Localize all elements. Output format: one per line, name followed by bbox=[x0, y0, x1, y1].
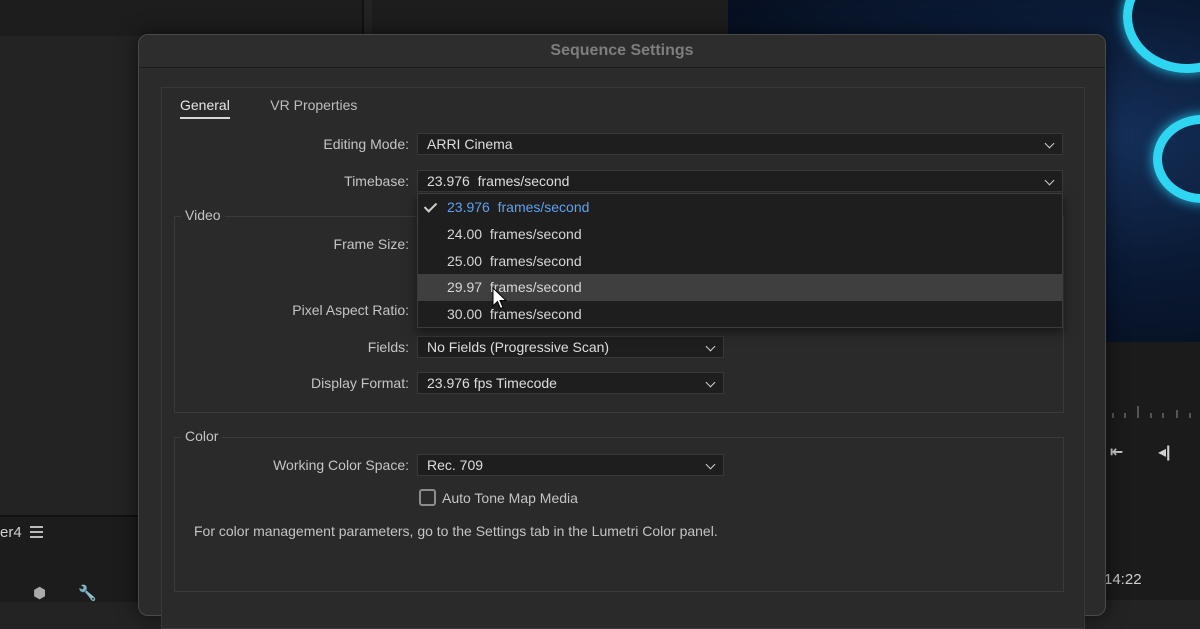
go-to-in-icon[interactable]: ⇤ bbox=[1110, 442, 1123, 462]
timebase-option-24[interactable]: 24.00 frames/second bbox=[418, 221, 1062, 248]
working-color-space-value: Rec. 709 bbox=[427, 457, 484, 473]
frame-size-label: Frame Size: bbox=[333, 236, 409, 252]
step-back-icon[interactable]: ◂| bbox=[1158, 442, 1171, 462]
pixel-aspect-ratio-label: Pixel Aspect Ratio: bbox=[292, 302, 409, 318]
timebase-option-2997[interactable]: 29.97 frames/second bbox=[418, 274, 1062, 302]
background-panel-top-middle bbox=[372, 0, 728, 36]
timebase-option-23976[interactable]: 23.976 frames/second bbox=[418, 194, 1062, 221]
timebase-option-30[interactable]: 30.00 frames/second bbox=[418, 301, 1062, 328]
time-ruler[interactable] bbox=[1104, 400, 1200, 418]
fields-select[interactable]: No Fields (Progressive Scan) bbox=[417, 336, 724, 358]
tab-vr-properties[interactable]: VR Properties bbox=[270, 97, 357, 117]
dialog-title: Sequence Settings bbox=[139, 35, 1105, 68]
color-management-note: For color management parameters, go to t… bbox=[194, 523, 718, 539]
editing-mode-value: ARRI Cinema bbox=[427, 136, 513, 152]
monitor-controls-panel bbox=[1104, 342, 1200, 600]
color-group-title: Color bbox=[181, 428, 223, 444]
mouse-cursor-icon bbox=[492, 287, 508, 310]
working-color-space-label: Working Color Space: bbox=[273, 457, 409, 473]
chevron-down-icon bbox=[1044, 138, 1055, 149]
timebase-dropdown-list: 23.976 frames/second 24.00 frames/second… bbox=[417, 193, 1063, 328]
editing-mode-label: Editing Mode: bbox=[323, 136, 409, 152]
panel-tab-label[interactable]: er4 bbox=[0, 524, 22, 541]
panel-menu-icon[interactable] bbox=[30, 526, 43, 538]
wrench-icon[interactable]: 🔧 bbox=[78, 584, 97, 602]
auto-tone-map-label[interactable]: Auto Tone Map Media bbox=[442, 490, 578, 506]
timecode-readout: 14:22 bbox=[1104, 571, 1142, 588]
chevron-down-icon bbox=[705, 377, 716, 388]
fields-label: Fields: bbox=[367, 339, 409, 355]
working-color-space-select[interactable]: Rec. 709 bbox=[417, 454, 724, 476]
chevron-down-icon bbox=[1044, 175, 1055, 186]
timebase-select[interactable]: 23.976 frames/second bbox=[417, 170, 1063, 192]
fields-value: No Fields (Progressive Scan) bbox=[427, 339, 610, 355]
timebase-label: Timebase: bbox=[344, 173, 409, 189]
auto-tone-map-checkbox[interactable] bbox=[419, 489, 436, 506]
display-format-select[interactable]: 23.976 fps Timecode bbox=[417, 372, 724, 394]
display-format-value: 23.976 fps Timecode bbox=[427, 375, 557, 391]
timebase-option-25[interactable]: 25.00 frames/second bbox=[418, 248, 1062, 275]
background-panel-top-left bbox=[0, 0, 364, 36]
marker-icon[interactable]: ⬢ bbox=[33, 584, 46, 602]
tab-general[interactable]: General bbox=[180, 97, 230, 119]
display-format-label: Display Format: bbox=[310, 375, 409, 391]
editing-mode-select[interactable]: ARRI Cinema bbox=[417, 133, 1063, 155]
chevron-down-icon bbox=[705, 459, 716, 470]
video-group-title: Video bbox=[181, 207, 225, 223]
tab-bar: General VR Properties bbox=[180, 97, 393, 119]
checkmark-icon bbox=[423, 199, 438, 213]
timebase-value: 23.976 frames/second bbox=[427, 173, 570, 189]
chevron-down-icon bbox=[705, 341, 716, 352]
